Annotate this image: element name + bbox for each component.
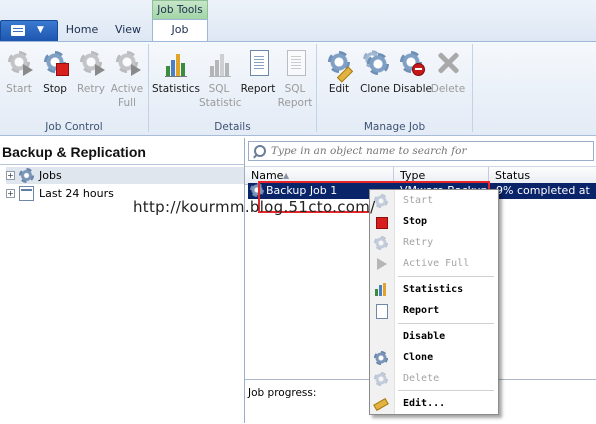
- delete-button-label: Delete: [430, 83, 466, 95]
- tab-home[interactable]: Home: [62, 20, 102, 40]
- report-icon: [376, 304, 388, 319]
- menu-item-label: Clone: [403, 352, 434, 363]
- group-divider: [472, 44, 473, 132]
- application-menu-button[interactable]: ▼: [0, 20, 58, 42]
- report-icon: [244, 48, 272, 78]
- menu-item-label: Edit...: [403, 398, 446, 409]
- active-full-button[interactable]: Active Full: [110, 44, 144, 114]
- gear-retry-icon: [77, 48, 105, 78]
- search-icon: [254, 145, 266, 157]
- group-divider: [148, 44, 149, 132]
- context-menu: Start Stop Retry Active Full Statistics …: [369, 189, 499, 415]
- divider: [0, 164, 244, 165]
- gear-disable-icon: [397, 48, 425, 78]
- search-box[interactable]: [248, 141, 594, 161]
- navigation-pane-title: Backup & Replication: [2, 144, 146, 160]
- retry-button-label: Retry: [77, 83, 105, 95]
- stop-button-label: Stop: [43, 83, 67, 95]
- disable-button[interactable]: Disable: [393, 44, 432, 114]
- calendar-icon: [19, 186, 34, 201]
- menu-item-label: Disable: [403, 331, 446, 342]
- menu-item-edit[interactable]: Edit...: [370, 394, 498, 414]
- expand-icon[interactable]: +: [6, 171, 15, 180]
- menu-item-label: Report: [403, 305, 440, 316]
- edit-button-label: Edit: [328, 83, 350, 95]
- gear-play-icon: [5, 48, 33, 78]
- search-input[interactable]: [271, 143, 581, 158]
- menu-separator: [398, 276, 494, 277]
- menu-item-statistics[interactable]: Statistics: [370, 280, 498, 300]
- gear-edit-icon: [325, 48, 354, 83]
- jobs-gear-icon: [19, 168, 34, 183]
- tab-job[interactable]: Job: [152, 19, 208, 43]
- cell-status: 9% completed at 0 ...: [496, 184, 594, 197]
- stop-button[interactable]: Stop: [38, 44, 72, 114]
- retry-button[interactable]: Retry: [73, 44, 109, 114]
- report-button-label: Report: [240, 83, 276, 95]
- menu-item-active-full[interactable]: Active Full: [370, 254, 498, 274]
- active-full-icon: [377, 258, 387, 270]
- sql-report-button[interactable]: SQL Report: [277, 44, 313, 114]
- column-header-label: Status: [495, 169, 531, 182]
- menu-item-stop[interactable]: Stop: [370, 212, 498, 232]
- delete-icon: [434, 48, 462, 78]
- start-button[interactable]: Start: [2, 44, 36, 114]
- menu-icon: [11, 25, 25, 36]
- gear-active-full-icon: [113, 48, 141, 78]
- column-header-status[interactable]: Status: [489, 167, 596, 184]
- statistics-button[interactable]: Statistics: [152, 44, 200, 114]
- menu-item-clone[interactable]: Clone: [370, 348, 498, 368]
- menu-item-label: Delete: [403, 373, 440, 384]
- edit-button[interactable]: Edit: [322, 44, 356, 114]
- menu-item-label: Stop: [403, 216, 428, 227]
- tree-item-jobs[interactable]: + Jobs: [6, 167, 244, 184]
- chevron-down-icon: ▼: [37, 25, 44, 35]
- tab-view[interactable]: View: [110, 20, 146, 40]
- sql-statistic-button-label: SQL Statistic: [199, 83, 242, 109]
- bar-chart-icon: [374, 283, 388, 297]
- menu-item-label: Statistics: [403, 284, 464, 295]
- group-label-manage-job: Manage Job: [363, 121, 426, 133]
- watermark-text: http://kourmm.blog.51cto.com/: [133, 198, 376, 216]
- menu-item-label: Retry: [403, 237, 434, 248]
- report-button[interactable]: Report: [240, 44, 276, 114]
- group-divider: [316, 44, 317, 132]
- gear-retry-icon: [374, 236, 388, 250]
- clone-button-label: Clone: [360, 83, 390, 95]
- sql-report-button-label: SQL Report: [277, 83, 313, 109]
- menu-item-delete[interactable]: Delete: [370, 369, 498, 389]
- sql-report-icon: [281, 48, 309, 78]
- menu-item-report[interactable]: Report: [370, 301, 498, 321]
- menu-item-label: Active Full: [403, 258, 470, 269]
- contextual-tab-group-label: Job Tools: [152, 0, 208, 20]
- gear-stop-icon: [41, 48, 69, 78]
- tree-item-label: Last 24 hours: [39, 187, 114, 200]
- menu-item-label: Start: [403, 195, 434, 206]
- expand-icon[interactable]: +: [6, 189, 15, 198]
- statistics-button-label: Statistics: [152, 83, 200, 95]
- bar-chart-icon: [161, 48, 189, 78]
- stop-icon: [376, 217, 388, 229]
- gear-play-icon: [374, 194, 388, 208]
- menu-separator: [398, 390, 494, 391]
- tree-item-label: Jobs: [39, 169, 62, 182]
- active-full-button-label: Active Full: [110, 83, 144, 109]
- group-label-job-control: Job Control: [45, 121, 103, 133]
- sql-statistic-button[interactable]: SQL Statistic: [199, 44, 242, 114]
- delete-button[interactable]: Delete: [430, 44, 466, 114]
- clone-icon: [374, 351, 388, 365]
- menu-item-retry[interactable]: Retry: [370, 233, 498, 253]
- pencil-icon: [373, 397, 389, 412]
- disable-button-label: Disable: [393, 83, 432, 95]
- job-progress-label: Job progress:: [248, 387, 317, 399]
- menu-item-disable[interactable]: Disable: [370, 327, 498, 347]
- gear-delete-icon: [374, 372, 388, 386]
- menu-item-start[interactable]: Start: [370, 191, 498, 211]
- menu-separator: [398, 323, 494, 324]
- group-label-details: Details: [214, 121, 251, 133]
- start-button-label: Start: [6, 83, 32, 95]
- sql-statistic-icon: [205, 48, 233, 78]
- clone-button[interactable]: Clone: [357, 44, 393, 114]
- clone-icon: [361, 48, 389, 78]
